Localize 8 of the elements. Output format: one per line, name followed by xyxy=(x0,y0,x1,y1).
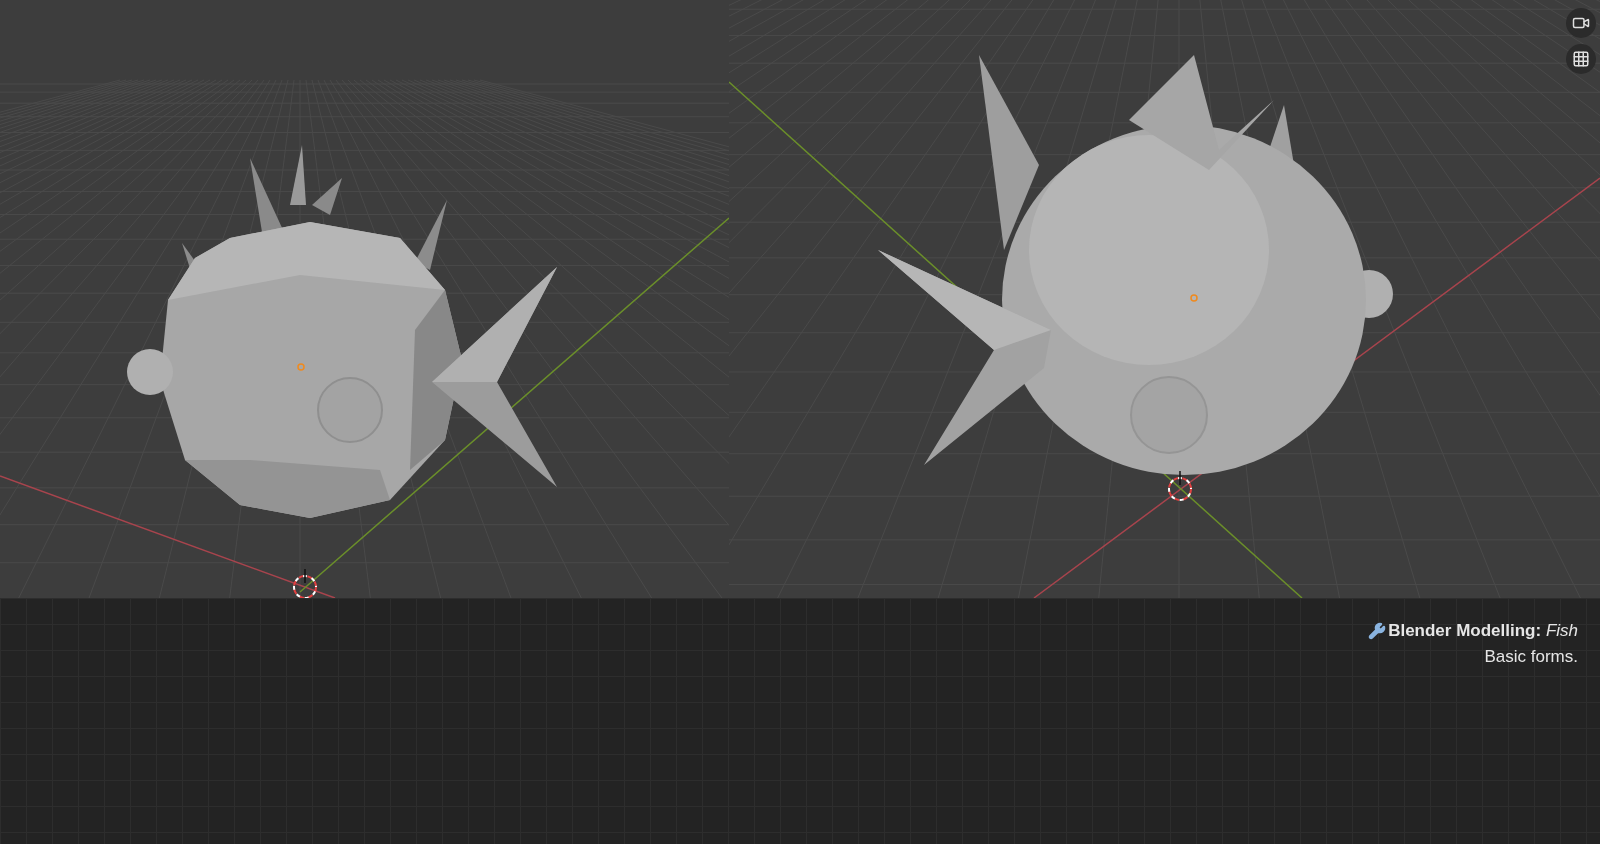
caption-subtitle: Basic forms. xyxy=(1484,645,1578,668)
3d-cursor-icon xyxy=(293,568,317,598)
origin-dot xyxy=(297,363,305,371)
grid-icon xyxy=(1572,50,1590,68)
3d-cursor-icon xyxy=(1168,470,1192,501)
caption-title: Blender Modelling: Fish xyxy=(1388,620,1578,642)
origin-dot xyxy=(1190,294,1198,302)
wrench-icon xyxy=(1368,621,1387,640)
